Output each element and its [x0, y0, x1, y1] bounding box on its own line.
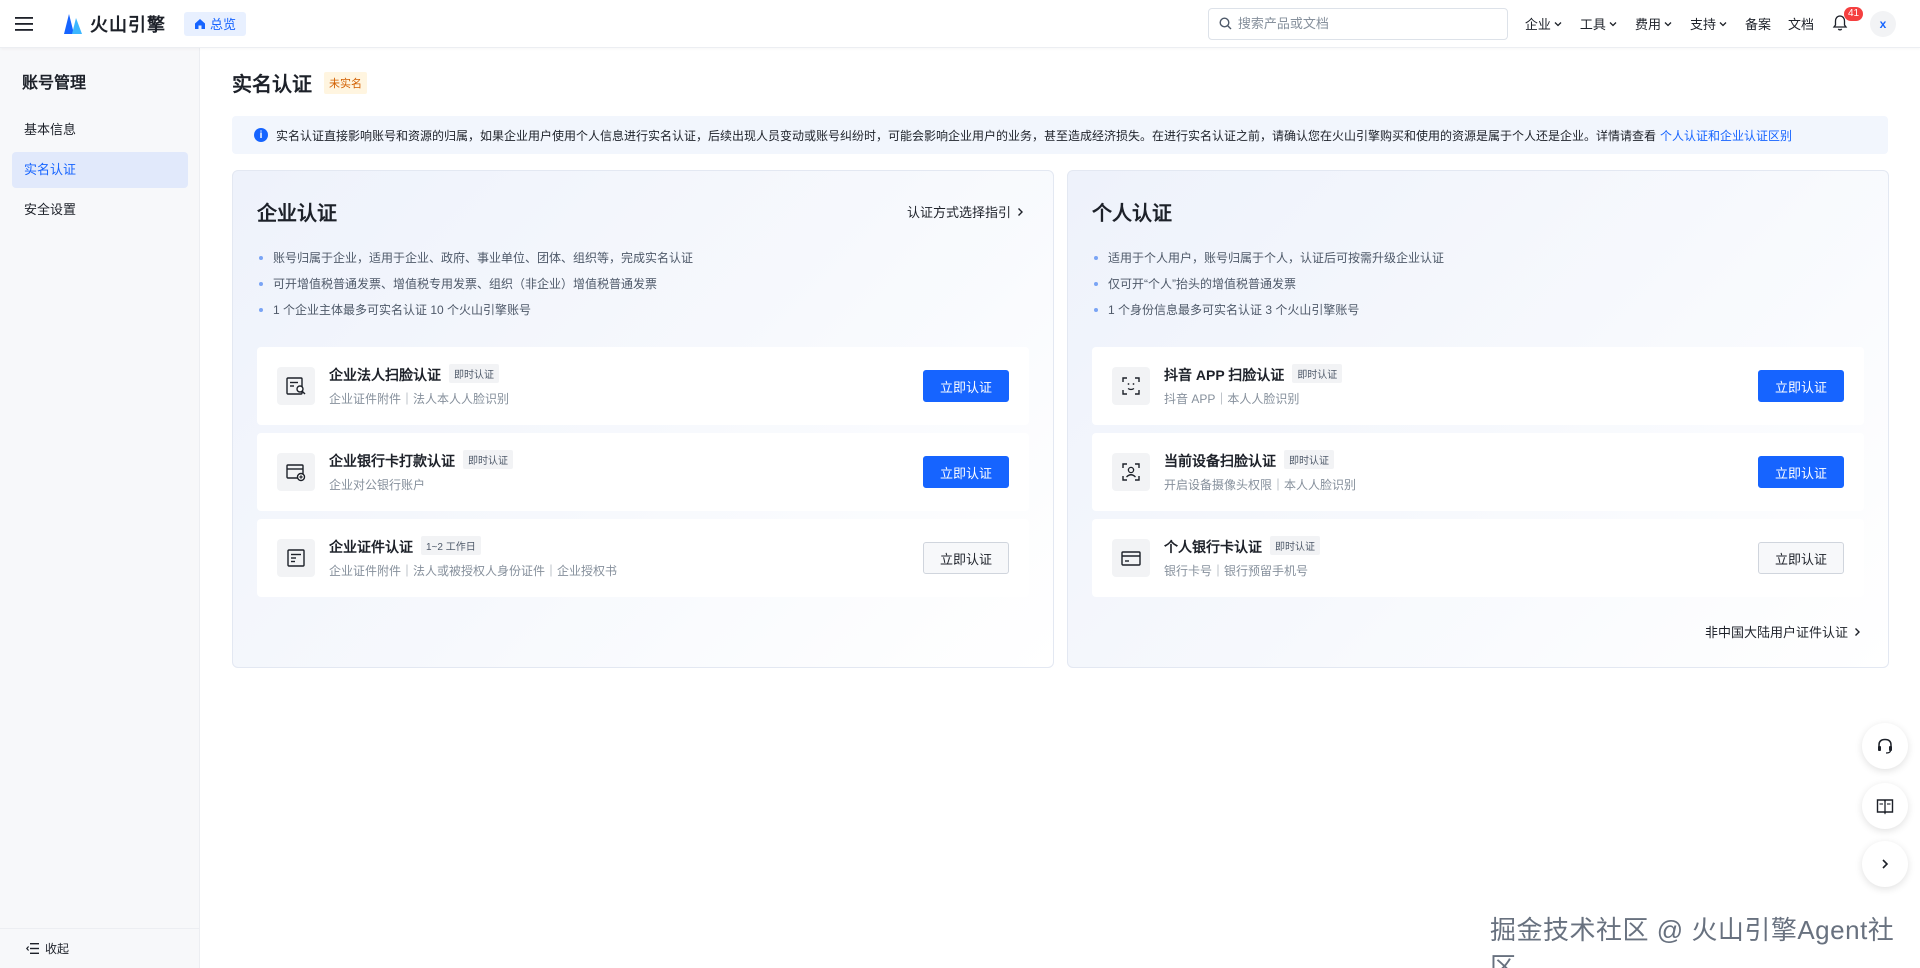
logo[interactable]: 火山引擎: [62, 11, 166, 37]
collapse-label: 收起: [45, 942, 70, 956]
verification-guide-link[interactable]: 认证方式选择指引: [907, 202, 1025, 221]
method-description: 企业对公银行账户: [329, 478, 426, 492]
method-duration-tag: 即时认证: [1270, 536, 1320, 555]
enterprise-verification-panel: 企业认证 认证方式选择指引 账号归属于企业，适用于企业、政府、事业单位、团体、组…: [232, 170, 1054, 668]
method-enterprise-certificate[interactable]: 企业证件认证 1~2 工作日 企业证件附件｜法人或被授权人身份证件｜企业授权书 立…: [257, 519, 1029, 597]
method-enterprise-face-scan[interactable]: 企业法人扫脸认证 即时认证 企业证件附件｜法人本人人脸识别 立即认证: [257, 347, 1029, 425]
chevron-right-icon: [1855, 627, 1860, 636]
hamburger-icon: [15, 16, 33, 31]
method-title: 抖音 APP 扫脸认证 即时认证: [1164, 364, 1343, 385]
method-title: 企业银行卡打款认证 即时认证: [329, 450, 513, 471]
method-douyin-face-scan[interactable]: 抖音 APP 扫脸认证 即时认证 抖音 APP｜本人人脸识别 立即认证: [1092, 347, 1864, 425]
bank-card-transfer-icon: [277, 453, 315, 491]
customer-service-button[interactable]: [1862, 723, 1908, 769]
method-duration-tag: 即时认证: [463, 450, 513, 469]
info-icon: i: [254, 128, 268, 142]
method-description: 银行卡号｜银行预留手机号: [1164, 564, 1309, 578]
method-duration-tag: 1~2 工作日: [421, 536, 481, 555]
chevron-right-icon: [1882, 859, 1889, 869]
verify-now-button[interactable]: 立即认证: [1758, 542, 1844, 574]
method-description: 企业证件附件｜法人或被授权人身份证件｜企业授权书: [329, 564, 618, 578]
method-description: 开启设备摄像头权限｜本人人脸识别: [1164, 478, 1357, 492]
sidebar-item-security-settings[interactable]: 安全设置: [12, 192, 188, 228]
verification-status-badge: 未实名: [324, 72, 367, 94]
list-item: 1 个身份信息最多可实名认证 3 个火山引擎账号: [1094, 297, 1444, 323]
list-item: 适用于个人用户，账号归属于个人，认证后可按需升级企业认证: [1094, 245, 1444, 271]
method-personal-bank-card[interactable]: 个人银行卡认证 即时认证 银行卡号｜银行预留手机号 立即认证: [1092, 519, 1864, 597]
verify-now-button[interactable]: 立即认证: [1758, 456, 1844, 488]
method-title: 当前设备扫脸认证 即时认证: [1164, 450, 1334, 471]
personal-panel-title: 个人认证: [1092, 203, 1172, 225]
hamburger-menu-button[interactable]: [0, 0, 48, 48]
user-avatar[interactable]: x: [1870, 10, 1896, 37]
method-duration-tag: 即时认证: [449, 364, 499, 383]
enterprise-panel-title: 企业认证: [257, 203, 337, 225]
sidebar-title: 账号管理: [22, 75, 87, 92]
nav-support[interactable]: 支持: [1690, 14, 1728, 33]
bank-card-icon: [1112, 539, 1150, 577]
method-title: 企业证件认证 1~2 工作日: [329, 536, 481, 557]
enterprise-bullet-list: 账号归属于企业，适用于企业、政府、事业单位、团体、组织等，完成实名认证 可开增值…: [259, 245, 693, 323]
top-right-area: 企业 工具 费用 支持 备案 文档 41 x: [1207, 0, 1920, 48]
face-scan-document-icon: [277, 367, 315, 405]
list-item: 可开增值税普通发票、增值税专用发票、组织（非企业）增值税普通发票: [259, 271, 693, 297]
chevron-down-icon: [1554, 21, 1562, 26]
notice-banner: i 实名认证直接影响账号和资源的归属，如果企业用户使用个人信息进行实名认证，后续…: [232, 116, 1888, 154]
qr-scan-icon: [1112, 367, 1150, 405]
search-icon: [1219, 17, 1232, 30]
search-input[interactable]: [1237, 16, 1478, 31]
sidebar: 账号管理 基本信息 实名认证 安全设置 收起: [0, 48, 200, 968]
page-title: 实名认证: [232, 74, 312, 96]
method-title: 个人银行卡认证 即时认证: [1164, 536, 1320, 557]
chevron-down-icon: [1664, 21, 1672, 26]
method-duration-tag: 即时认证: [1292, 364, 1343, 383]
verify-now-button[interactable]: 立即认证: [923, 370, 1009, 402]
notification-count-badge: 41: [1844, 6, 1864, 21]
list-item: 账号归属于企业，适用于企业、政府、事业单位、团体、组织等，完成实名认证: [259, 245, 693, 271]
nav-billing[interactable]: 费用: [1635, 14, 1673, 33]
chevron-down-icon: [1719, 21, 1727, 26]
nav-icp-filing[interactable]: 备案: [1745, 14, 1771, 33]
sidebar-item-real-name-verification[interactable]: 实名认证: [12, 152, 188, 188]
watermark: 掘金技术社区 @ 火山引擎Agent社区: [1490, 915, 1895, 968]
logo-text: 火山引擎: [90, 14, 166, 35]
verify-now-button[interactable]: 立即认证: [923, 542, 1009, 574]
method-device-face-scan[interactable]: 当前设备扫脸认证 即时认证 开启设备摄像头权限｜本人人脸识别 立即认证: [1092, 433, 1864, 511]
documentation-button[interactable]: [1862, 783, 1908, 829]
sidebar-item-basic-info[interactable]: 基本信息: [12, 112, 188, 148]
face-scan-icon: [1112, 453, 1150, 491]
expand-float-button[interactable]: [1862, 841, 1908, 887]
top-navigation-bar: 火山引擎 总览 企业 工具 费用 支持 备案 文档 41 x: [0, 0, 1920, 48]
nav-enterprise[interactable]: 企业: [1525, 14, 1563, 33]
method-description: 抖音 APP｜本人人脸识别: [1164, 392, 1300, 406]
volcano-logo-icon: [64, 13, 82, 34]
nav-docs[interactable]: 文档: [1788, 14, 1814, 33]
personal-verification-panel: 个人认证 适用于个人用户，账号归属于个人，认证后可按需升级企业认证 仅可开“个人…: [1067, 170, 1889, 668]
headset-icon: [1878, 738, 1892, 754]
method-description: 企业证件附件｜法人本人人脸识别: [329, 392, 510, 406]
method-duration-tag: 即时认证: [1284, 450, 1334, 469]
home-icon: [195, 18, 205, 29]
nav-tools[interactable]: 工具: [1580, 14, 1618, 33]
list-item: 1 个企业主体最多可实名认证 10 个火山引擎账号: [259, 297, 693, 323]
book-icon: [1876, 799, 1894, 815]
method-enterprise-bank-transfer[interactable]: 企业银行卡打款认证 即时认证 企业对公银行账户 立即认证: [257, 433, 1029, 511]
home-overview-button[interactable]: 总览: [184, 11, 247, 36]
collapse-icon: [26, 943, 39, 954]
notice-text: 实名认证直接影响账号和资源的归属，如果企业用户使用个人信息进行实名认证，后续出现…: [276, 128, 1657, 143]
search-box[interactable]: [1207, 7, 1508, 40]
certificate-document-icon: [277, 539, 315, 577]
home-label: 总览: [210, 17, 237, 32]
sidebar-collapse-button[interactable]: 收起: [0, 928, 199, 968]
chevron-down-icon: [1609, 21, 1617, 26]
method-title: 企业法人扫脸认证 即时认证: [329, 364, 499, 385]
chevron-right-icon: [1018, 207, 1023, 216]
non-mainland-verification-link[interactable]: 非中国大陆用户证件认证: [1705, 622, 1862, 641]
verify-now-button[interactable]: 立即认证: [1758, 370, 1844, 402]
verify-now-button[interactable]: 立即认证: [923, 456, 1009, 488]
notification-button[interactable]: 41: [1832, 6, 1864, 34]
notice-link[interactable]: 个人认证和企业认证区别: [1660, 127, 1792, 144]
list-item: 仅可开“个人”抬头的增值税普通发票: [1094, 271, 1444, 297]
personal-bullet-list: 适用于个人用户，账号归属于个人，认证后可按需升级企业认证 仅可开“个人”抬头的增…: [1094, 245, 1444, 323]
